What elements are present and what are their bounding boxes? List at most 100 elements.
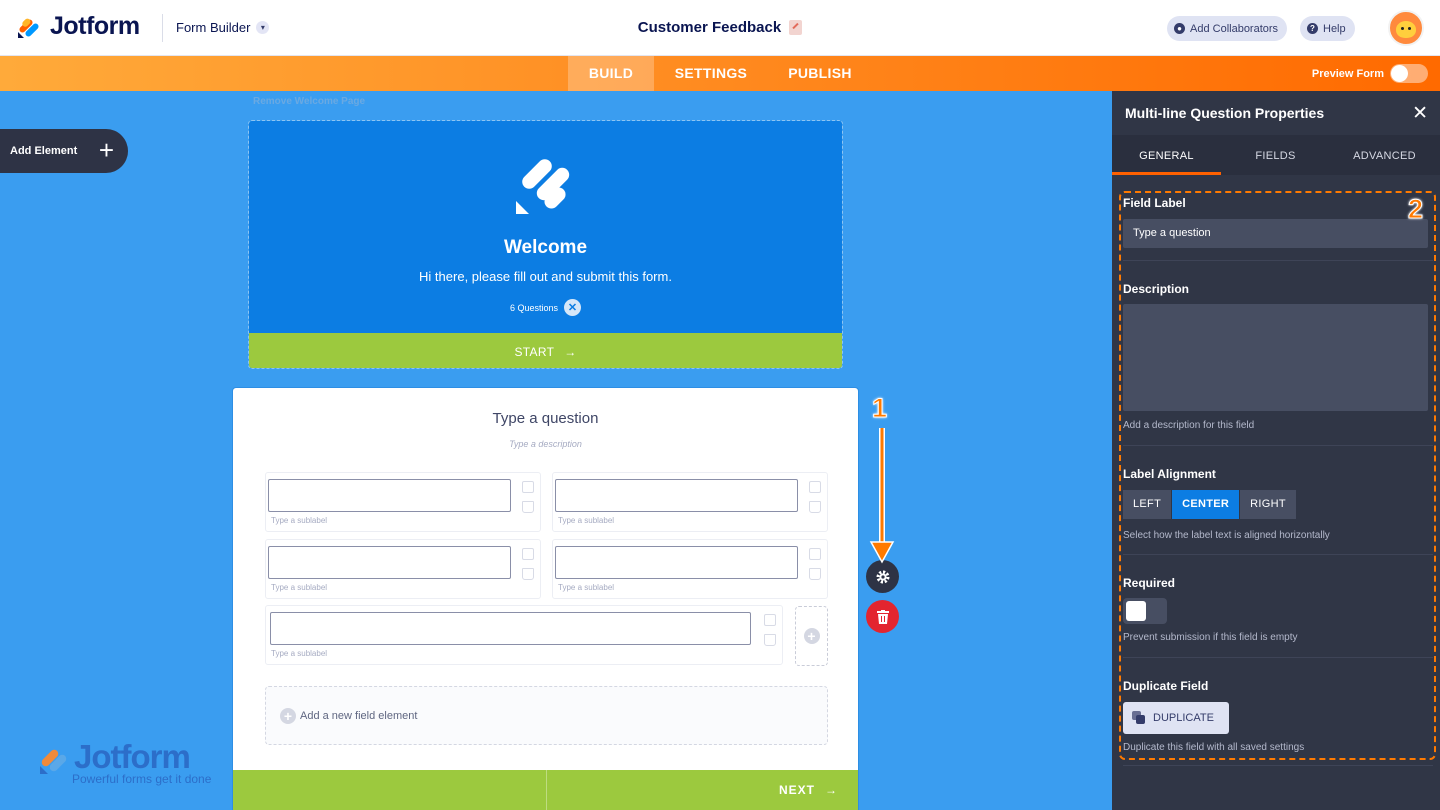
panel-tabs: GENERAL FIELDS ADVANCED	[1112, 135, 1440, 175]
jotform-logo-icon	[18, 18, 39, 38]
tab-general[interactable]: GENERAL	[1112, 135, 1221, 175]
trash-icon[interactable]	[809, 501, 821, 513]
sub-field-tools	[809, 481, 821, 513]
sub-field-tools	[522, 548, 534, 580]
trash-icon[interactable]	[809, 568, 821, 580]
toggle-switch[interactable]	[1390, 64, 1428, 83]
add-element-button[interactable]: Add Element +	[0, 129, 128, 173]
panel-header: Multi-line Question Properties ✕	[1112, 91, 1440, 135]
sublabel[interactable]: Type a sublabel	[558, 583, 614, 592]
panel-title: Multi-line Question Properties	[1125, 105, 1325, 121]
tab-advanced[interactable]: ADVANCED	[1330, 135, 1439, 175]
gear-icon	[876, 570, 889, 583]
sub-field-input[interactable]	[268, 546, 511, 579]
next-button[interactable]: NEXT →	[779, 783, 838, 797]
close-icon[interactable]: ✕	[1412, 102, 1428, 125]
help-button[interactable]: ? Help	[1300, 16, 1355, 41]
arrow-right-icon: →	[825, 783, 838, 797]
edit-icon[interactable]	[809, 481, 821, 493]
next-bar-divider	[546, 770, 547, 810]
tab-settings[interactable]: SETTINGS	[663, 56, 759, 91]
form-title-text: Customer Feedback	[637, 19, 782, 36]
arrow-right-icon: →	[564, 344, 577, 359]
welcome-subtitle: Hi there, please fill out and submit thi…	[419, 269, 672, 284]
jotform-logo[interactable]: Jotform	[16, 12, 140, 41]
close-icon[interactable]: ✕	[564, 299, 582, 316]
watermark-logo-icon	[40, 749, 67, 774]
sublabel[interactable]: Type a sublabel	[271, 649, 327, 658]
edit-icon[interactable]	[522, 548, 534, 560]
chevron-down-icon: ▾	[256, 21, 270, 34]
watermark-text: Jotform	[74, 738, 191, 775]
tab-fields[interactable]: FIELDS	[1221, 135, 1330, 175]
start-label: START	[514, 344, 555, 359]
add-field-label: Add a new field element	[300, 709, 418, 722]
sublabel[interactable]: Type a sublabel	[558, 516, 614, 525]
add-collaborators-label: Add Collaborators	[1190, 22, 1279, 35]
jotform-watermark: Jotform Powerful forms get it done	[38, 738, 211, 786]
form-builder-menu[interactable]: Form Builder ▾	[176, 20, 270, 35]
sub-field[interactable]: Type a sublabel	[265, 605, 783, 665]
welcome-header: Welcome Hi there, please fill out and su…	[249, 121, 842, 333]
header-divider	[162, 14, 163, 42]
sub-field[interactable]: Type a sublabel	[552, 539, 828, 599]
builder-nav: BUILD SETTINGS PUBLISH Preview Form	[0, 56, 1440, 91]
preview-form-toggle[interactable]: Preview Form	[1312, 64, 1428, 83]
sub-field[interactable]: Type a sublabel	[265, 472, 541, 532]
trash-icon[interactable]	[764, 634, 776, 646]
avatar-eye	[1408, 27, 1411, 30]
user-icon: ●	[1174, 23, 1185, 34]
sub-field-input[interactable]	[555, 479, 798, 512]
trash-icon	[876, 609, 889, 624]
logo-text: Jotform	[50, 12, 140, 40]
question-description[interactable]: Type a description	[233, 439, 858, 449]
step-number-2: 2	[1407, 194, 1424, 225]
sub-field[interactable]: Type a sublabel	[265, 539, 541, 599]
sub-field[interactable]: Type a sublabel	[552, 472, 828, 532]
form-title[interactable]: Customer Feedback	[637, 19, 803, 36]
sub-field-input[interactable]	[268, 479, 511, 512]
add-collaborators-button[interactable]: ● Add Collaborators	[1167, 16, 1288, 41]
sublabel[interactable]: Type a sublabel	[271, 516, 327, 525]
edit-icon[interactable]	[809, 548, 821, 560]
add-column-button[interactable]: +	[795, 606, 828, 666]
sublabel[interactable]: Type a sublabel	[271, 583, 327, 592]
add-field-element-button[interactable]: + Add a new field element	[265, 686, 828, 745]
remove-welcome-link[interactable]: Remove Welcome Page	[253, 96, 365, 107]
start-button[interactable]: START →	[249, 333, 842, 368]
avatar[interactable]	[1388, 10, 1424, 46]
edit-icon[interactable]	[789, 20, 803, 35]
edit-icon[interactable]	[764, 614, 776, 626]
plus-icon: +	[280, 707, 296, 724]
help-label: Help	[1323, 22, 1346, 35]
welcome-title: Welcome	[503, 237, 588, 258]
question-count-text: 6 Questions	[509, 302, 559, 313]
sub-field-tools	[522, 481, 534, 513]
welcome-page-card[interactable]: Welcome Hi there, please fill out and su…	[248, 120, 843, 369]
question-card[interactable]: Type a question Type a description Type …	[232, 387, 859, 810]
help-icon: ?	[1307, 23, 1318, 34]
welcome-logo-icon	[516, 159, 570, 214]
next-label: NEXT	[778, 783, 815, 797]
add-element-label: Add Element	[10, 145, 78, 157]
annotation-arrow-icon	[869, 428, 895, 564]
highlight-box	[1119, 191, 1436, 760]
sub-field-input[interactable]	[270, 612, 751, 645]
sub-field-tools	[764, 614, 776, 646]
properties-button[interactable]	[866, 560, 899, 593]
avatar-eye	[1401, 27, 1404, 30]
trash-icon[interactable]	[522, 501, 534, 513]
top-header: Jotform Form Builder ▾ Customer Feedback…	[0, 0, 1440, 56]
edit-icon[interactable]	[522, 481, 534, 493]
watermark-tagline: Powerful forms get it done	[72, 772, 212, 786]
step-number-1: 1	[871, 393, 888, 424]
tab-build[interactable]: BUILD	[568, 56, 654, 91]
next-bar: NEXT →	[233, 770, 858, 810]
sub-field-input[interactable]	[555, 546, 798, 579]
tab-publish[interactable]: PUBLISH	[776, 56, 864, 91]
trash-icon[interactable]	[522, 568, 534, 580]
preview-form-label: Preview Form	[1311, 67, 1384, 80]
question-count: 6 Questions ✕	[249, 299, 842, 316]
question-title[interactable]: Type a question	[233, 410, 858, 427]
delete-button[interactable]	[866, 600, 899, 633]
